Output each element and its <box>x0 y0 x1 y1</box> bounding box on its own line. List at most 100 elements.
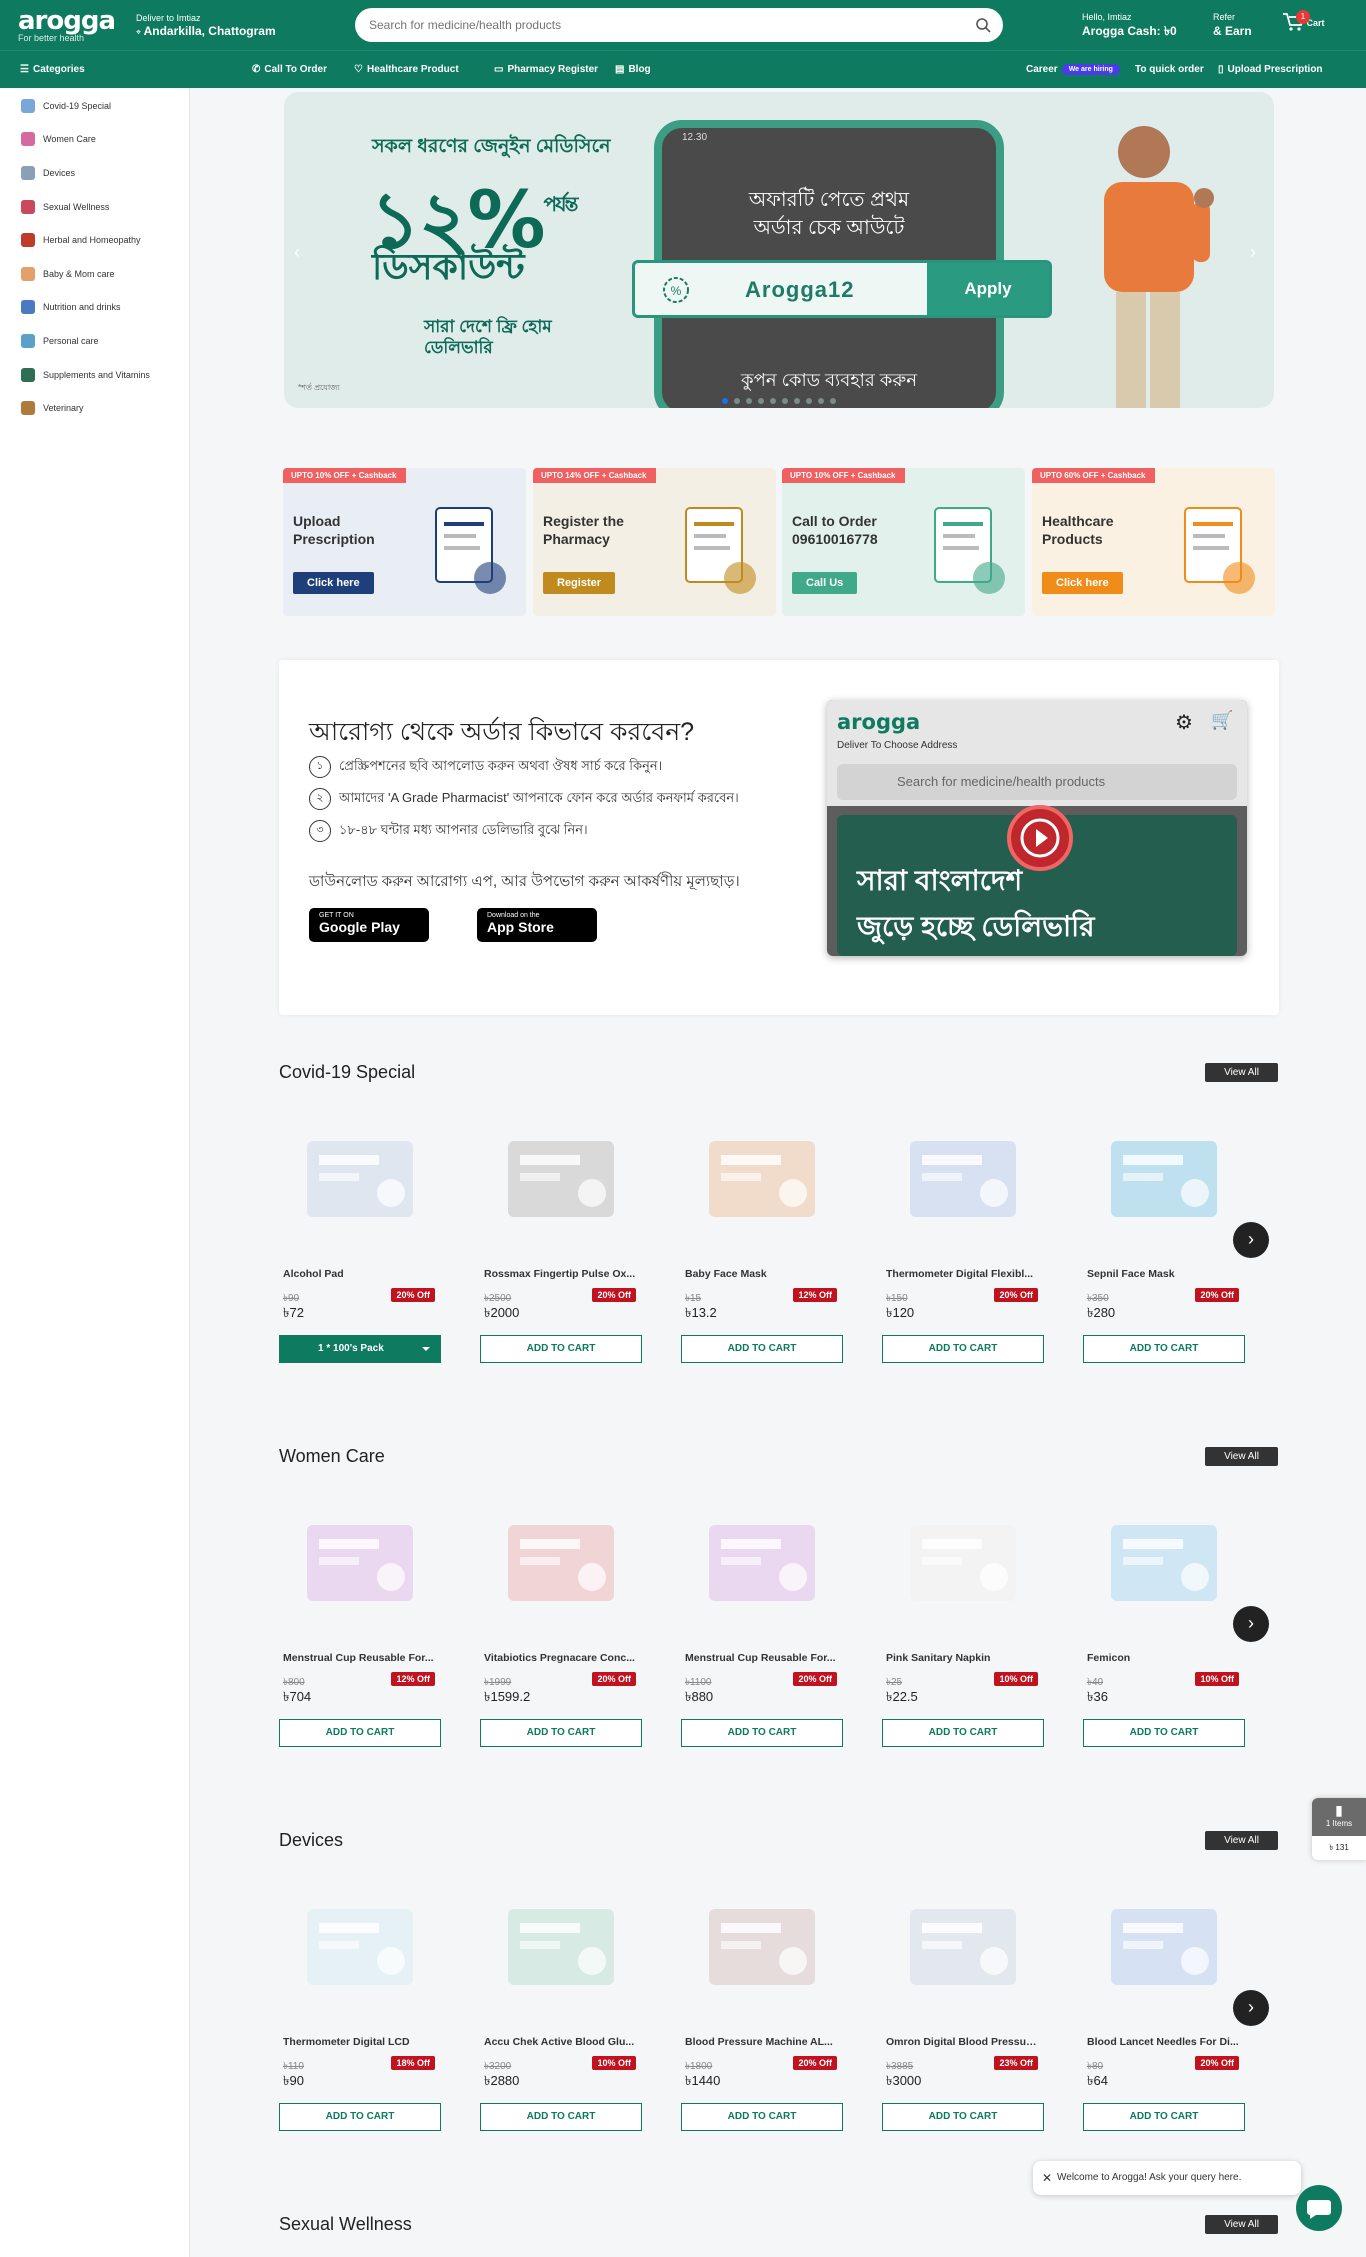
product-name[interactable]: Baby Face Mask <box>681 1268 837 1280</box>
app-promo-video[interactable]: arogga Deliver To Choose Address Search … <box>827 700 1247 956</box>
sidebar-item[interactable]: Devices <box>0 156 189 190</box>
add-to-cart-button[interactable]: ADD TO CART <box>480 1335 642 1363</box>
product-image[interactable] <box>687 1872 837 2022</box>
carousel-dot[interactable] <box>794 398 800 404</box>
blog-link[interactable]: ▤ Blog <box>615 64 651 75</box>
view-all-button[interactable]: View All <box>1205 1447 1278 1466</box>
carousel-next-button[interactable]: › <box>1233 1606 1269 1642</box>
hero-prev-arrow[interactable]: ‹ <box>294 242 300 263</box>
product-name[interactable]: Rossmax Fingertip Pulse Ox... <box>480 1268 636 1280</box>
product-name[interactable]: Menstrual Cup Reusable For... <box>279 1652 435 1664</box>
add-to-cart-button[interactable]: ADD TO CART <box>1083 1719 1245 1747</box>
add-to-cart-button[interactable]: ADD TO CART <box>1083 1335 1245 1363</box>
product-card[interactable]: Baby Face Mask ৳15 12% Off ৳13.2 ADD TO CART <box>681 1104 843 1363</box>
promo-button[interactable]: Click here <box>293 572 374 594</box>
floating-cart[interactable]: ▮ 1 Items ৳ 131 <box>1312 1798 1366 1860</box>
product-name[interactable]: Menstrual Cup Reusable For... <box>681 1652 837 1664</box>
add-to-cart-button[interactable]: ADD TO CART <box>1083 2103 1245 2131</box>
product-image[interactable] <box>888 1872 1038 2022</box>
healthcare-product-link[interactable]: ♡ Healthcare Product <box>354 64 459 75</box>
product-name[interactable]: Pink Sanitary Napkin <box>882 1652 1038 1664</box>
refer-earn-link[interactable]: Refer & Earn <box>1213 10 1252 39</box>
product-name[interactable]: Femicon <box>1083 1652 1239 1664</box>
carousel-dot[interactable] <box>746 398 752 404</box>
promo-button[interactable]: Call Us <box>792 572 858 594</box>
product-card[interactable]: Rossmax Fingertip Pulse Ox... ৳2500 20% Of… <box>480 1104 642 1363</box>
add-to-cart-button[interactable]: ADD TO CART <box>480 2103 642 2131</box>
promo-button[interactable]: Click here <box>1042 572 1123 594</box>
sidebar-item[interactable]: Supplements and Vitamins <box>0 358 189 392</box>
product-card[interactable]: Blood Pressure Machine AL... ৳1800 20% Off… <box>681 1872 843 2131</box>
carousel-dot[interactable] <box>830 398 836 404</box>
add-to-cart-button[interactable]: ADD TO CART <box>681 1335 843 1363</box>
sidebar-item[interactable]: Herbal and Homeopathy <box>0 223 189 257</box>
product-name[interactable]: Sepnil Face Mask <box>1083 1268 1239 1280</box>
hero-next-arrow[interactable]: › <box>1250 242 1256 263</box>
product-name[interactable]: Thermometer Digital Flexibl... <box>882 1268 1038 1280</box>
product-image[interactable] <box>1089 1104 1239 1254</box>
product-card[interactable]: Thermometer Digital Flexibl... ৳150 20% Of… <box>882 1104 1044 1363</box>
add-to-cart-button[interactable]: ADD TO CART <box>681 2103 843 2131</box>
product-card[interactable]: Femicon ৳40 10% Off ৳36 ADD TO CART <box>1083 1488 1245 1747</box>
categories-toggle[interactable]: ☰ Categories <box>20 64 85 75</box>
app-store-button[interactable]: Download on the App Store <box>477 908 597 942</box>
carousel-dot[interactable] <box>782 398 788 404</box>
add-to-cart-button[interactable]: ADD TO CART <box>882 1335 1044 1363</box>
deliver-location[interactable]: Deliver to Imtiaz ⌖ Andarkilla, Chattogr… <box>136 12 276 39</box>
product-name[interactable]: Blood Lancet Needles For Di... <box>1083 2036 1239 2048</box>
carousel-dot[interactable] <box>770 398 776 404</box>
product-card[interactable]: Blood Lancet Needles For Di... ৳80 20% Off… <box>1083 1872 1245 2131</box>
sidebar-item[interactable]: Personal care <box>0 324 189 358</box>
product-name[interactable]: Accu Chek Active Blood Glu... <box>480 2036 636 2048</box>
pack-size-select[interactable]: 1 * 100's Pack <box>279 1335 441 1363</box>
product-image[interactable] <box>285 1104 435 1254</box>
pharmacy-register-link[interactable]: ▭ Pharmacy Register <box>494 64 598 75</box>
product-image[interactable] <box>486 1872 636 2022</box>
sidebar-item[interactable]: Women Care <box>0 123 189 157</box>
add-to-cart-button[interactable]: ADD TO CART <box>882 2103 1044 2131</box>
add-to-cart-button[interactable]: ADD TO CART <box>681 1719 843 1747</box>
arogga-logo[interactable]: arogga For better health <box>18 6 116 43</box>
product-name[interactable]: Omron Digital Blood Pressur... <box>882 2036 1038 2048</box>
add-to-cart-button[interactable]: ADD TO CART <box>279 1719 441 1747</box>
account-menu[interactable]: Hello, Imtiaz Arogga Cash: ৳0 <box>1082 10 1177 39</box>
career-link[interactable]: Career We are hiring <box>1026 64 1120 75</box>
promo-card[interactable]: UPTO 60% OFF + Cashback Healthcare Produc… <box>1032 468 1275 616</box>
view-all-button[interactable]: View All <box>1205 1831 1278 1850</box>
product-image[interactable] <box>1089 1872 1239 2022</box>
product-name[interactable]: Thermometer Digital LCD <box>279 2036 435 2048</box>
product-name[interactable]: Alcohol Pad <box>279 1268 435 1280</box>
carousel-dot[interactable] <box>818 398 824 404</box>
chat-button[interactable] <box>1296 2185 1342 2231</box>
sidebar-item[interactable]: Sexual Wellness <box>0 190 189 224</box>
add-to-cart-button[interactable]: ADD TO CART <box>480 1719 642 1747</box>
product-card[interactable]: Menstrual Cup Reusable For... ৳800 12% Off… <box>279 1488 441 1747</box>
search-icon[interactable] <box>975 17 991 33</box>
carousel-next-button[interactable]: › <box>1233 1222 1269 1258</box>
promo-card[interactable]: UPTO 10% OFF + Cashback Upload Prescripti… <box>283 468 526 616</box>
carousel-next-button[interactable]: › <box>1233 1990 1269 2026</box>
google-play-button[interactable]: GET IT ON Google Play <box>309 908 429 942</box>
carousel-dot[interactable] <box>734 398 740 404</box>
quick-order-link[interactable]: To quick order <box>1135 64 1204 75</box>
product-card[interactable]: Vitabiotics Pregnacare Conc... ৳1999 20% O… <box>480 1488 642 1747</box>
product-card[interactable]: Accu Chek Active Blood Glu... ৳3200 10% Of… <box>480 1872 642 2131</box>
product-name[interactable]: Vitabiotics Pregnacare Conc... <box>480 1652 636 1664</box>
product-name[interactable]: Blood Pressure Machine AL... <box>681 2036 837 2048</box>
call-to-order-link[interactable]: ✆ Call To Order <box>252 64 327 75</box>
product-card[interactable]: Thermometer Digital LCD ৳110 18% Off ৳90 ADD… <box>279 1872 441 2131</box>
search-input[interactable] <box>355 8 915 42</box>
carousel-dot[interactable] <box>806 398 812 404</box>
product-image[interactable] <box>1089 1488 1239 1638</box>
hero-banner[interactable]: সকল ধরণের জেনুইন মেডিসিনে ১২%পর্যন্ত ডিস… <box>284 92 1274 408</box>
promo-card[interactable]: UPTO 14% OFF + Cashback Register the Phar… <box>533 468 776 616</box>
view-all-button[interactable]: View All <box>1205 2215 1278 2234</box>
promo-button[interactable]: Register <box>543 572 616 594</box>
sidebar-item[interactable]: Nutrition and drinks <box>0 291 189 325</box>
product-image[interactable] <box>486 1488 636 1638</box>
product-image[interactable] <box>285 1488 435 1638</box>
add-to-cart-button[interactable]: ADD TO CART <box>279 2103 441 2131</box>
product-image[interactable] <box>888 1488 1038 1638</box>
close-icon[interactable]: ✕ <box>1042 2161 1052 2195</box>
product-image[interactable] <box>687 1488 837 1638</box>
